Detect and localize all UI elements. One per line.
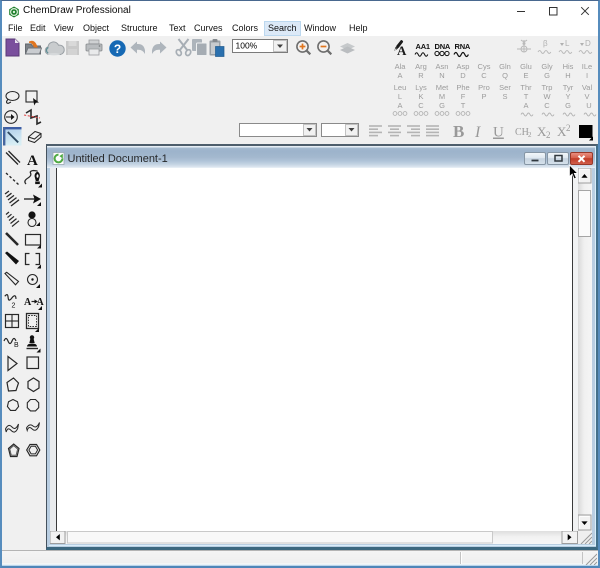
- svg-text:A: A: [24, 297, 32, 308]
- svg-text:Asn: Asn: [436, 62, 449, 71]
- svg-text:Gln: Gln: [499, 62, 511, 71]
- svg-text:RNA: RNA: [455, 42, 471, 51]
- svg-text:Thr: Thr: [520, 83, 532, 92]
- svg-text:B: B: [14, 342, 19, 349]
- svg-text:Val: Val: [582, 83, 593, 92]
- svg-text:L: L: [398, 92, 402, 101]
- svg-text:V: V: [584, 92, 589, 101]
- svg-text:2: 2: [528, 131, 532, 139]
- svg-text:His: His: [563, 62, 574, 71]
- svg-text:T: T: [524, 92, 529, 101]
- svg-text:Arg: Arg: [415, 62, 427, 71]
- svg-text:N: N: [439, 71, 444, 80]
- svg-text:Ala: Ala: [395, 62, 407, 71]
- svg-text:A: A: [37, 297, 45, 308]
- svg-text:Q: Q: [502, 71, 508, 80]
- svg-text:Gly: Gly: [541, 62, 553, 71]
- svg-text:Leu: Leu: [394, 83, 407, 92]
- svg-text:A: A: [397, 101, 402, 110]
- svg-text:K: K: [418, 92, 423, 101]
- svg-text:Glu: Glu: [520, 62, 532, 71]
- svg-text:Met: Met: [436, 83, 449, 92]
- svg-text:Asp: Asp: [457, 62, 470, 71]
- svg-text:C: C: [418, 101, 424, 110]
- svg-text:C: C: [481, 71, 487, 80]
- svg-text:Ser: Ser: [499, 83, 511, 92]
- svg-text:Lys: Lys: [415, 83, 427, 92]
- svg-text:R: R: [418, 71, 424, 80]
- svg-text:?: ?: [114, 42, 121, 56]
- svg-text:AA1: AA1: [416, 42, 430, 51]
- svg-text:DNA: DNA: [435, 42, 451, 51]
- svg-text:Tyr: Tyr: [563, 83, 574, 92]
- svg-text:M: M: [439, 92, 445, 101]
- svg-text:Cys: Cys: [478, 62, 491, 71]
- svg-text:B: B: [453, 122, 464, 141]
- svg-text:β: β: [543, 39, 548, 48]
- svg-text:ILe: ILe: [582, 62, 592, 71]
- svg-text:2: 2: [546, 130, 551, 140]
- svg-text:P: P: [481, 92, 486, 101]
- svg-text:I: I: [474, 124, 481, 141]
- svg-text:U: U: [493, 125, 504, 141]
- svg-text:G: G: [544, 71, 550, 80]
- svg-text:C: C: [544, 101, 550, 110]
- svg-text:L: L: [565, 39, 570, 48]
- svg-text:H: H: [565, 71, 570, 80]
- svg-text:S: S: [502, 92, 507, 101]
- svg-text:G: G: [439, 101, 445, 110]
- svg-text:D: D: [585, 39, 591, 48]
- svg-text:U: U: [586, 101, 591, 110]
- svg-text:A: A: [27, 153, 38, 169]
- svg-text:Y: Y: [565, 92, 570, 101]
- svg-text:W: W: [543, 92, 551, 101]
- svg-text:2: 2: [566, 123, 571, 133]
- svg-text:F: F: [461, 92, 466, 101]
- svg-text:T: T: [461, 101, 466, 110]
- svg-text:Trp: Trp: [542, 83, 553, 92]
- svg-text:Phe: Phe: [456, 83, 469, 92]
- svg-text:D: D: [460, 71, 466, 80]
- svg-text:G: G: [565, 101, 571, 110]
- svg-text:Pro: Pro: [478, 83, 490, 92]
- svg-text:A: A: [397, 71, 402, 80]
- svg-text:E: E: [523, 71, 528, 80]
- svg-text:I: I: [586, 71, 588, 80]
- svg-text:A: A: [523, 101, 528, 110]
- svg-text:100%: 100%: [236, 41, 258, 51]
- svg-text:CH: CH: [515, 127, 529, 138]
- svg-text:2: 2: [12, 303, 16, 310]
